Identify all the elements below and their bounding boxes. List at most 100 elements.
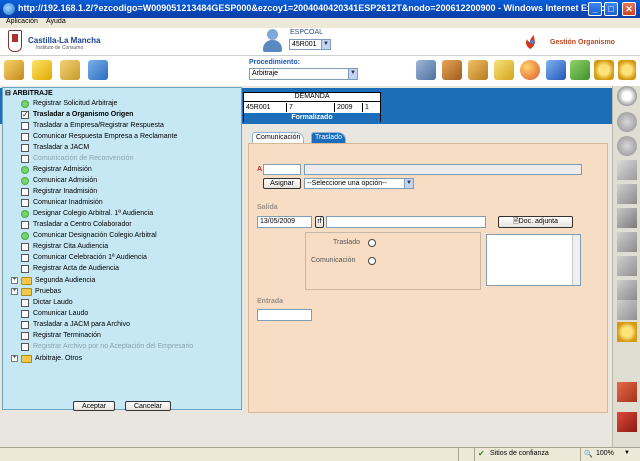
expand-icon: +: [11, 277, 18, 284]
chevron-down-icon[interactable]: ▼: [624, 450, 630, 456]
checkbox-icon: [21, 155, 29, 163]
printer-a-icon[interactable]: [617, 300, 637, 320]
security-zone: Sitios de confianza: [490, 450, 549, 457]
right-sidebar: [612, 86, 640, 447]
tipo-group: Traslado Comunicación: [305, 232, 481, 290]
traslado-label: Traslado: [333, 239, 360, 246]
status-ok-icon: [21, 166, 29, 174]
document-icon[interactable]: [617, 160, 637, 180]
folder-icon: [21, 277, 32, 285]
save-icon[interactable]: [617, 208, 637, 228]
folder-icon: [21, 288, 32, 296]
folder-icon: [21, 355, 32, 363]
archive-icon[interactable]: [468, 60, 488, 80]
power-icon[interactable]: [617, 412, 637, 432]
gestion-icon: [526, 35, 535, 49]
chevron-down-icon: ▼: [321, 40, 330, 49]
status-ok-icon: [21, 177, 29, 185]
main-toolbar: Procedimiento: Arbitraje ▼: [0, 56, 640, 86]
menubar: Aplicación Ayuda: [0, 18, 640, 28]
minimize-icon[interactable]: _: [588, 2, 602, 16]
check-icon: [21, 109, 29, 120]
tree-collapse-icon: ⊟: [5, 90, 13, 97]
tab-comunicacion[interactable]: Comunicación: [252, 132, 305, 143]
checkbox-icon: [21, 343, 29, 351]
logo-subtitle: Instituto de Consumo: [36, 45, 84, 51]
tools-icon[interactable]: [617, 256, 637, 276]
salida-label: Salida: [257, 204, 278, 211]
user-icon: [262, 29, 284, 53]
settings-gear-icon[interactable]: [594, 60, 614, 80]
globe-icon[interactable]: [520, 60, 540, 80]
tree-root[interactable]: ⊟ ARBITRAJE: [5, 89, 53, 97]
notes-icon[interactable]: [494, 60, 514, 80]
close-icon[interactable]: ✕: [622, 2, 636, 16]
menu-ayuda[interactable]: Ayuda: [46, 18, 66, 25]
exit-icon[interactable]: [617, 382, 637, 402]
menu-aplicacion[interactable]: Aplicación: [6, 18, 38, 25]
checkbox-icon: [21, 299, 29, 307]
user-select[interactable]: 45R001 ▼: [289, 39, 331, 50]
maximize-icon[interactable]: □: [604, 2, 618, 16]
window-title: http://192.168.1.2/?ezcodigo=W0090512134…: [18, 3, 618, 13]
checkbox-icon: [21, 144, 29, 152]
forward-icon[interactable]: [617, 136, 637, 156]
tab-traslado[interactable]: Traslado: [311, 132, 346, 143]
checkbox-icon: [21, 332, 29, 340]
demanda-year: 2009: [335, 103, 363, 112]
status-ok-icon: [21, 100, 29, 108]
demanda-title: DEMANDA: [244, 93, 380, 102]
gear-icon[interactable]: [617, 322, 637, 342]
procedimiento-select[interactable]: Arbitraje ▼: [249, 68, 358, 80]
back-icon[interactable]: [617, 112, 637, 132]
rf-button[interactable]: rf: [315, 216, 324, 228]
zoom-icon: 🔍: [584, 451, 593, 458]
chevron-down-icon: ▼: [404, 179, 413, 188]
checkbox-icon: [21, 321, 29, 329]
copy-icon[interactable]: [617, 184, 637, 204]
list-icon[interactable]: [617, 280, 637, 300]
check-icon: ✔: [478, 449, 485, 458]
status-ok-icon: [21, 210, 29, 218]
chevron-down-icon: ▼: [348, 69, 357, 79]
zoom-level[interactable]: 100%: [596, 450, 614, 457]
magnifier-icon[interactable]: [617, 86, 637, 106]
demanda-number: 7: [287, 103, 335, 112]
gestion-label: Gestión Organismo: [550, 39, 615, 46]
checkbox-icon: [21, 188, 29, 196]
user-label: ESPCOAL: [290, 29, 324, 36]
demanda-seq: 1: [365, 104, 369, 111]
print-icon[interactable]: [617, 232, 637, 252]
asignar-button[interactable]: Asignar: [263, 178, 301, 189]
books-icon[interactable]: [442, 60, 462, 80]
sticky-note-icon[interactable]: [32, 60, 52, 80]
salida-date-input[interactable]: 13/05/2009: [257, 216, 312, 228]
cancelar-button[interactable]: Cancelar: [125, 401, 171, 411]
a-name-input[interactable]: [304, 164, 582, 175]
computer-icon[interactable]: [88, 60, 108, 80]
seleccione-select[interactable]: --Seleccione una opción-- ▼: [304, 178, 414, 189]
checkbox-icon: [21, 199, 29, 207]
entrada-label: Entrada: [257, 298, 284, 305]
laptop-icon[interactable]: [416, 60, 436, 80]
entrada-input[interactable]: [257, 309, 312, 321]
aceptar-button[interactable]: Aceptar: [73, 401, 115, 411]
salida-ref-input[interactable]: [326, 216, 486, 228]
textarea-scrollbar[interactable]: [572, 235, 580, 285]
checkbox-icon: [21, 254, 29, 262]
a-code-input[interactable]: [263, 164, 301, 175]
observaciones-textarea[interactable]: [486, 234, 581, 286]
folder-icon[interactable]: [60, 60, 80, 80]
tree-popup: ⊟ ARBITRAJE Registrar Solicitud Arbitraj…: [2, 87, 242, 411]
traslado-radio[interactable]: [368, 239, 376, 247]
tag-icon[interactable]: [4, 60, 24, 80]
demanda-box: DEMANDA 45R001 7 2009 1 Formalizado: [243, 92, 381, 122]
doc-adjunta-button[interactable]: 🗎Doc. adjunta: [498, 216, 573, 228]
users-icon[interactable]: [546, 60, 566, 80]
comunicacion-radio[interactable]: [368, 257, 376, 265]
chart-icon[interactable]: [570, 60, 590, 80]
tools-icon[interactable]: [618, 60, 636, 80]
checkbox-icon: [21, 122, 29, 130]
logo-name: Castilla-La Mancha: [28, 36, 101, 45]
expand-icon: +: [11, 355, 18, 362]
